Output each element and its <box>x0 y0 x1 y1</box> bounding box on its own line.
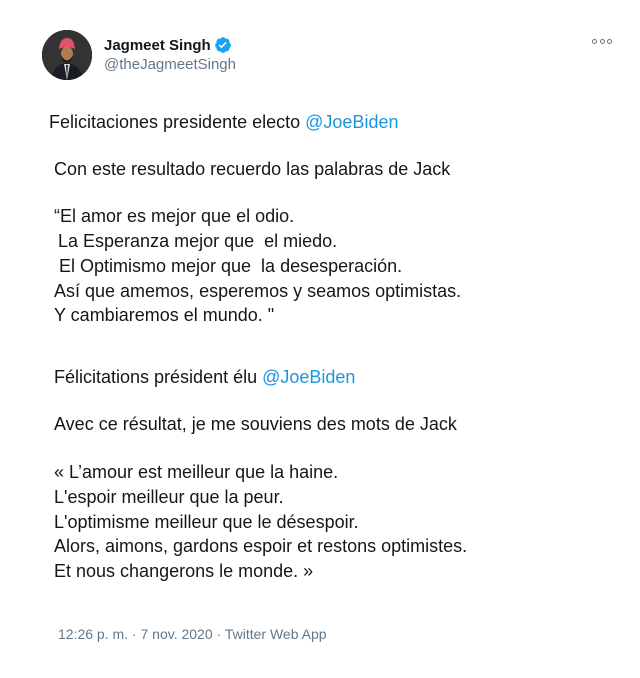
tweet-line-es-2: Con este resultado recuerdo las palabras… <box>54 159 451 179</box>
tweet-line-fr-quote-1: « L’amour est meilleur que la haine. <box>54 462 339 482</box>
tweet-source[interactable]: Twitter Web App <box>225 626 327 642</box>
avatar-image <box>42 30 92 80</box>
tweet-line-fr-quote-4: Alors, aimons, gardons espoir et restons… <box>54 536 468 556</box>
mention-link-es[interactable]: @JoeBiden <box>305 112 398 132</box>
tweet-line-es-intro: Felicitaciones presidente electo @JoeBid… <box>49 110 398 135</box>
fr-intro-text: Félicitations président élu <box>54 367 263 387</box>
meta-separator: · <box>128 626 141 642</box>
tweet-line-fr-quote-3: L'optimisme meilleur que le désespoir. <box>54 512 359 532</box>
display-name-row: Jagmeet Singh <box>104 35 236 55</box>
avatar[interactable] <box>42 30 92 80</box>
tweet-time[interactable]: 12:26 p. m. <box>58 626 128 642</box>
more-options-icon[interactable] <box>592 34 612 48</box>
display-name[interactable]: Jagmeet Singh <box>104 37 211 54</box>
tweet-line-fr-quote-2: L'espoir meilleur que la peur. <box>54 487 284 507</box>
mention-link-fr[interactable]: @JoeBiden <box>262 367 355 387</box>
user-handle[interactable]: @theJagmeetSingh <box>104 56 236 73</box>
tweet-line-es-quote-1: “El amor es mejor que el odio. <box>54 206 295 226</box>
author-info: Jagmeet Singh @theJagmeetSingh <box>104 35 236 74</box>
tweet-line-es-quote-5: Y cambiaremos el mundo. " <box>54 305 275 325</box>
tweet-line-fr-intro: Félicitations président élu @JoeBiden <box>54 365 355 390</box>
tweet-line-es-quote-2: La Esperanza mejor que el miedo. <box>58 231 338 251</box>
verified-badge-icon <box>214 36 232 54</box>
tweet-line-es-quote-4: Así que amemos, esperemos y seamos optim… <box>54 281 462 301</box>
tweet-line-es-quote-3: El Optimismo mejor que la desesperación. <box>59 256 403 276</box>
tweet-line-fr-2: Avec ce résultat, je me souviens des mot… <box>54 414 457 434</box>
es-intro-text: Felicitaciones presidente electo <box>49 112 306 132</box>
meta-separator: · <box>212 626 225 642</box>
tweet-meta: 12:26 p. m. · 7 nov. 2020 · Twitter Web … <box>58 626 327 642</box>
tweet-date[interactable]: 7 nov. 2020 <box>141 626 213 642</box>
tweet-line-fr-quote-5: Et nous changerons le monde. » <box>54 561 314 581</box>
tweet: Jagmeet Singh @theJagmeetSingh Felicitac… <box>0 0 640 678</box>
